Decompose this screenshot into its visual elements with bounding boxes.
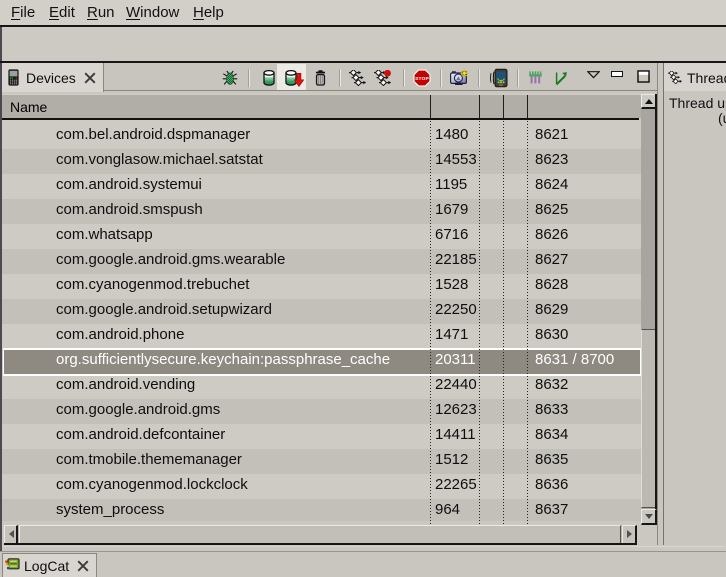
- svg-text:STOP: STOP: [415, 76, 429, 82]
